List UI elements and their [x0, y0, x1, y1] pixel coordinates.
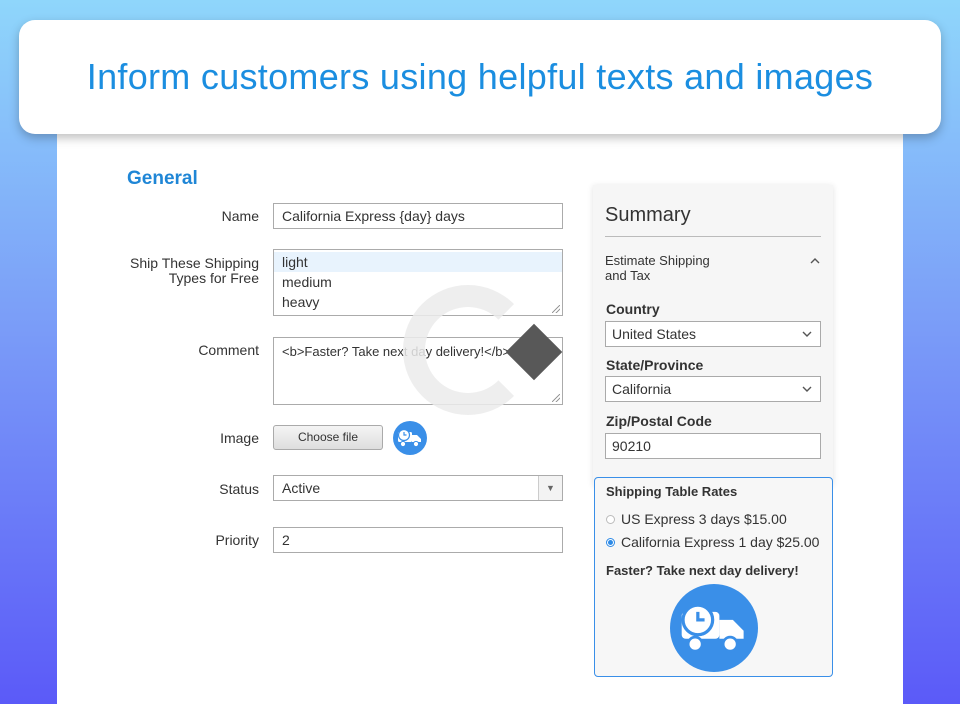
- name-label: Name: [221, 208, 259, 224]
- rate-option-label: California Express 1 day $25.00: [621, 534, 820, 550]
- free-type-option[interactable]: heavy: [274, 292, 562, 312]
- zip-label: Zip/Postal Code: [606, 413, 712, 429]
- resize-grip-icon[interactable]: [552, 394, 560, 402]
- priority-input[interactable]: 2: [273, 527, 563, 553]
- delivery-truck-icon: [397, 428, 421, 448]
- radio-button[interactable]: [606, 537, 615, 547]
- choose-file-button[interactable]: Choose file: [273, 425, 383, 450]
- resize-grip-icon[interactable]: [552, 305, 560, 313]
- chevron-up-icon[interactable]: [808, 255, 822, 267]
- promo-image: [670, 584, 758, 672]
- headline-card: Inform customers using helpful texts and…: [19, 20, 941, 134]
- status-value: Active: [282, 480, 321, 496]
- status-label: Status: [219, 481, 259, 497]
- state-label: State/Province: [606, 357, 704, 373]
- image-label: Image: [220, 430, 259, 446]
- comment-text: <b>Faster? Take next day delivery!</b>: [282, 344, 511, 359]
- status-select[interactable]: Active ▼: [273, 475, 563, 501]
- country-value: United States: [612, 326, 697, 342]
- free-types-select[interactable]: light medium heavy: [273, 249, 563, 316]
- promo-text: Faster? Take next day delivery!: [606, 563, 799, 578]
- chevron-down-icon: [802, 386, 812, 392]
- dropdown-arrow-icon[interactable]: ▼: [538, 476, 562, 500]
- country-label: Country: [606, 301, 660, 317]
- chevron-down-icon: [802, 331, 812, 337]
- headline: Inform customers using helpful texts and…: [86, 56, 874, 97]
- rate-option[interactable]: US Express 3 days $15.00: [606, 511, 787, 527]
- free-type-option[interactable]: medium: [274, 272, 562, 292]
- estimate-shipping-toggle[interactable]: Estimate Shipping and Tax: [605, 253, 735, 283]
- zip-input[interactable]: 90210: [605, 433, 821, 459]
- rate-option-label: US Express 3 days $15.00: [621, 511, 787, 527]
- delivery-truck-icon: [681, 603, 744, 653]
- summary-divider: [605, 236, 821, 237]
- radio-button[interactable]: [606, 514, 615, 524]
- section-title: General: [127, 168, 198, 189]
- state-value: California: [612, 381, 672, 397]
- rate-option[interactable]: California Express 1 day $25.00: [606, 534, 819, 550]
- country-select[interactable]: United States: [605, 321, 821, 347]
- state-select[interactable]: California: [605, 376, 821, 402]
- free-type-option[interactable]: light: [274, 252, 562, 272]
- comment-label: Comment: [198, 342, 259, 358]
- summary-title: Summary: [605, 204, 691, 226]
- free-types-label: Ship These Shipping Types for Free: [130, 255, 259, 286]
- image-thumbnail: [393, 421, 427, 455]
- name-input[interactable]: California Express {day} days: [273, 203, 563, 229]
- priority-label: Priority: [215, 532, 259, 548]
- rates-title: Shipping Table Rates: [606, 484, 738, 499]
